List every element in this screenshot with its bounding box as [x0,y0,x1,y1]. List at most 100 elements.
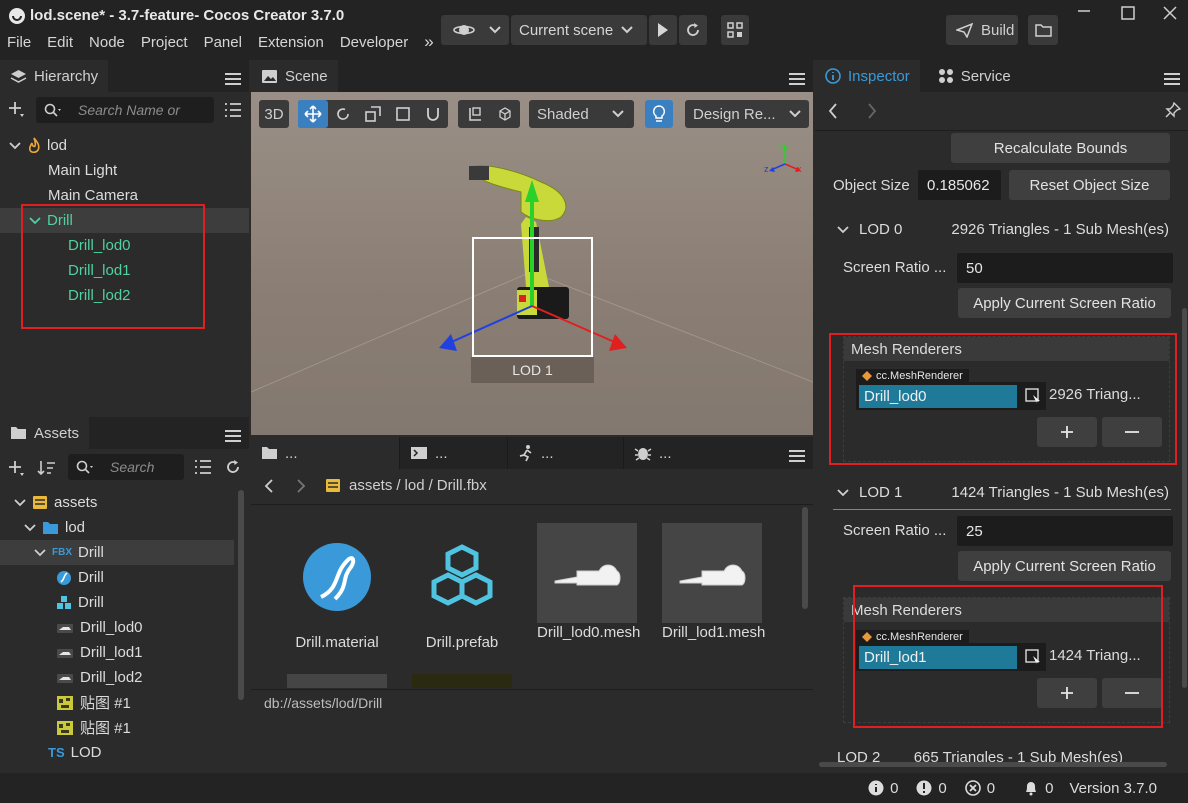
forward-arrow-icon[interactable] [295,478,307,493]
assets-refresh-button[interactable] [225,459,241,475]
scene-viewport[interactable]: 3D Shaded Design Re... y x z LOD 1 [251,92,813,435]
lod1-summary: 1424 Triangles - 1 Sub Mesh(es) [951,484,1169,501]
inspector-hscrollbar[interactable] [819,762,1167,767]
tab-profiler[interactable]: ... [623,437,739,469]
menu-project[interactable]: Project [141,34,188,51]
tab-animation[interactable]: ... [507,437,623,469]
inspector-vscrollbar[interactable] [1182,308,1187,688]
lod1-apply-ratio-button[interactable]: Apply Current Screen Ratio [958,551,1171,581]
lod0-screen-ratio-input[interactable]: 50 [957,253,1173,283]
asset-node-texture-2[interactable]: 贴图 #1 [0,715,234,740]
close-icon [1163,6,1177,20]
asset-node-lod-script[interactable]: TS LOD [0,740,234,765]
pivot-button[interactable] [458,106,489,122]
asset-node-assets[interactable]: assets [0,490,234,515]
asset-node-lod[interactable]: lod [0,515,234,540]
tab-service[interactable]: Service [928,60,1021,92]
object-size-input[interactable]: 0.185062 [918,170,1001,200]
toggle-3d-button[interactable]: 3D [259,100,289,128]
asset-node-drill-prefab[interactable]: Drill [0,590,234,615]
menu-edit[interactable]: Edit [47,34,73,51]
browser-item-prefab[interactable]: Drill.prefab [412,523,512,652]
tree-node-main-light[interactable]: Main Light [0,158,249,183]
tab-scene[interactable]: Scene [251,60,338,92]
breadcrumb-assets[interactable]: assets [349,477,392,494]
browser-item-material[interactable]: Drill.material [287,523,387,652]
qr-preview-button[interactable] [721,15,749,45]
move-tool-button[interactable] [298,100,328,128]
bell-icon[interactable] [1023,780,1039,796]
preview-platform-select[interactable] [441,15,509,45]
lod0-header[interactable]: LOD 0 2926 Triangles - 1 Sub Mesh(es) [837,221,1177,238]
maximize-button[interactable] [1121,6,1135,20]
hierarchy-menu-button[interactable] [225,70,241,88]
asset-node-drill-fbx[interactable]: FBX Drill [0,540,234,565]
tab-browser[interactable]: ... [251,437,399,469]
rect-tool-button[interactable] [388,106,418,122]
assets-sort-button[interactable] [37,459,57,477]
scene-lighting-button[interactable] [645,100,673,128]
asset-node-drill-lod0-mesh[interactable]: Drill_lod0 [0,615,234,640]
coordinate-button[interactable] [489,106,520,122]
asset-node-drill-lod2-mesh[interactable]: Drill_lod2 [0,665,234,690]
tab-assets[interactable]: Assets [0,417,90,449]
tab-console[interactable]: ... [399,437,507,469]
browser-item-partial[interactable] [287,674,387,688]
menu-panel[interactable]: Panel [204,34,242,51]
back-arrow-icon[interactable] [827,103,839,119]
scene-selector[interactable]: Current scene [511,15,647,45]
assets-tabbar: Assets [0,417,249,449]
breadcrumb-drill-fbx[interactable]: Drill.fbx [437,477,487,494]
assets-list-toggle[interactable] [194,459,212,475]
browser-scrollbar[interactable] [802,507,808,609]
breadcrumb-lod[interactable]: lod [405,477,425,494]
menu-more[interactable]: » [424,32,433,52]
rotate-tool-button[interactable] [328,106,358,122]
refresh-button[interactable] [679,15,707,45]
shading-mode-select[interactable]: Shaded [529,100,634,128]
scale-tool-button[interactable] [358,106,388,122]
lod1-header[interactable]: LOD 1 1424 Triangles - 1 Sub Mesh(es) [837,484,1177,501]
forward-arrow-icon[interactable] [866,103,878,119]
scene-menu-button[interactable] [789,70,805,88]
browser-item-lod1-mesh[interactable]: Drill_lod1.mesh [662,523,765,642]
build-button[interactable]: Build [946,15,1018,45]
lod0-apply-ratio-button[interactable]: Apply Current Screen Ratio [958,288,1171,318]
asset-node-drill-lod1-mesh[interactable]: Drill_lod1 [0,640,234,665]
browser-item-texture-partial[interactable] [412,674,512,688]
open-folder-button[interactable] [1028,15,1058,45]
close-button[interactable] [1163,6,1177,20]
tab-inspector[interactable]: Inspector [815,60,920,92]
browser-menu-button[interactable] [789,447,805,465]
hierarchy-add-button[interactable] [7,100,25,118]
lod1-screen-ratio-input[interactable]: 25 [957,516,1173,546]
menu-extension[interactable]: Extension [258,34,324,51]
warning-icon[interactable] [916,780,932,796]
asset-node-drill-material[interactable]: Drill [0,565,234,590]
reset-object-size-button[interactable]: Reset Object Size [1009,170,1170,200]
tab-hierarchy[interactable]: Hierarchy [0,60,109,92]
snap-tool-button[interactable] [418,106,448,122]
menu-developer[interactable]: Developer [340,34,408,51]
assets-add-button[interactable] [7,459,25,477]
menu-file[interactable]: File [7,34,31,51]
minimize-button[interactable] [1077,3,1091,17]
play-button[interactable] [649,15,677,45]
assets-search-input[interactable]: Search [68,454,184,480]
hierarchy-list-toggle[interactable] [224,102,242,118]
asset-node-texture-1[interactable]: 贴图 #1 [0,690,234,715]
assets-menu-button[interactable] [225,427,241,445]
menu-node[interactable]: Node [89,34,125,51]
design-resolution-select[interactable]: Design Re... [685,100,809,128]
back-arrow-icon[interactable] [263,478,275,493]
tree-node-lod[interactable]: lod [0,133,249,158]
info-icon[interactable] [868,780,884,796]
pin-icon[interactable] [1165,102,1181,118]
error-icon[interactable] [964,780,981,796]
assets-scrollbar[interactable] [238,490,244,700]
recalculate-bounds-button[interactable]: Recalculate Bounds [951,133,1170,163]
inspector-menu-button[interactable] [1164,70,1180,88]
browser-item-lod0-mesh[interactable]: Drill_lod0.mesh [537,523,640,642]
lod2-header-partial[interactable]: LOD 2 665 Triangles - 1 Sub Mesh(es) [837,750,1188,762]
hierarchy-search-input[interactable]: Search Name or [36,97,214,123]
